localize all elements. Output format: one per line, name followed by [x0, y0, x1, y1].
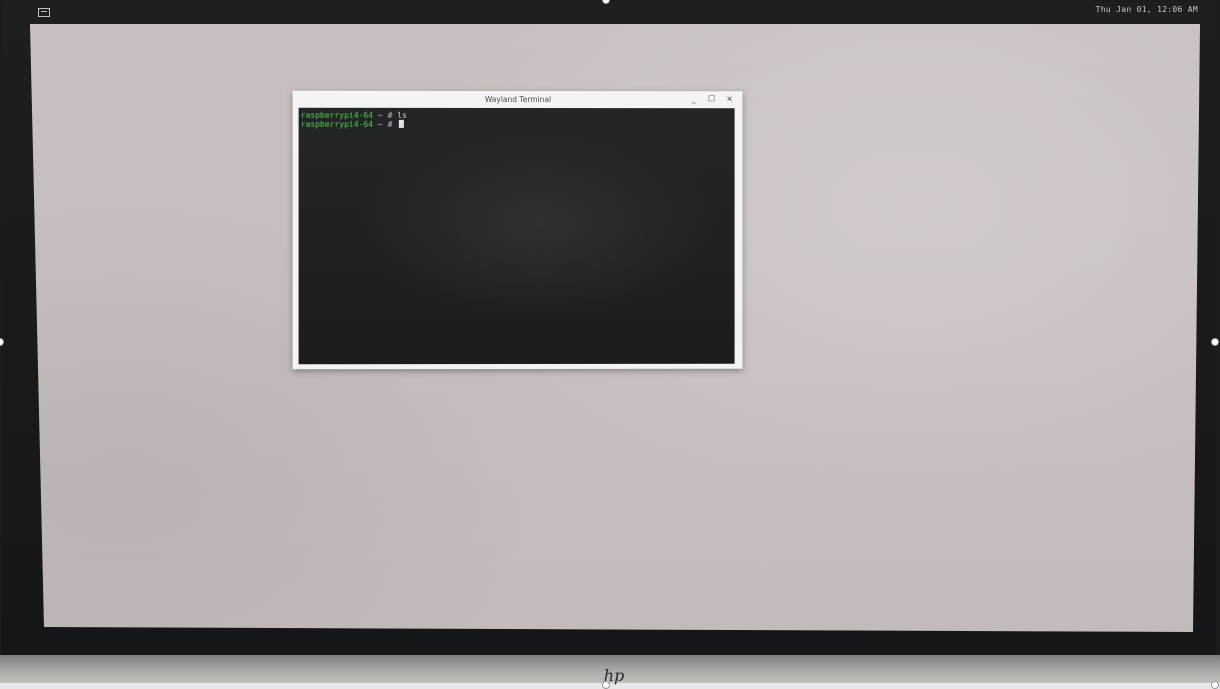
- terminal-title: Wayland Terminal: [484, 94, 552, 105]
- terminal-cursor: [399, 119, 405, 128]
- menu-icon[interactable]: [38, 8, 50, 17]
- selection-handle-right[interactable]: [1211, 338, 1219, 346]
- panel-clock[interactable]: Thu Jan 01, 12:06 AM: [1096, 5, 1198, 14]
- terminal-prompt: raspberrypi4-64: [300, 119, 374, 129]
- minimize-button[interactable]: _: [689, 94, 699, 104]
- close-button[interactable]: ×: [725, 94, 735, 104]
- photo-frame: hp Thu Jan 01, 12:06 AM Wayland Terminal…: [0, 0, 1220, 689]
- maximize-button[interactable]: ☐: [707, 94, 717, 104]
- terminal-content[interactable]: raspberrypi4-64 ~ # ls raspberrypi4-64 ~…: [298, 107, 735, 365]
- terminal-command: ls: [397, 110, 407, 120]
- terminal-window[interactable]: Wayland Terminal _ ☐ × raspberrypi4-64 ~…: [292, 90, 743, 370]
- top-panel: [30, 2, 1202, 22]
- terminal-titlebar[interactable]: Wayland Terminal _ ☐ ×: [292, 90, 743, 109]
- terminal-line: raspberrypi4-64 ~ #: [301, 120, 405, 129]
- terminal-prompt-separator: ~ #: [373, 110, 398, 120]
- terminal-prompt-separator: ~ #: [373, 119, 398, 129]
- selection-handle-bottom[interactable]: [602, 681, 610, 689]
- selection-handle-bottom-right[interactable]: [1211, 681, 1219, 689]
- terminal-prompt: raspberrypi4-64: [300, 110, 374, 120]
- terminal-line: raspberrypi4-64 ~ # ls: [301, 111, 407, 120]
